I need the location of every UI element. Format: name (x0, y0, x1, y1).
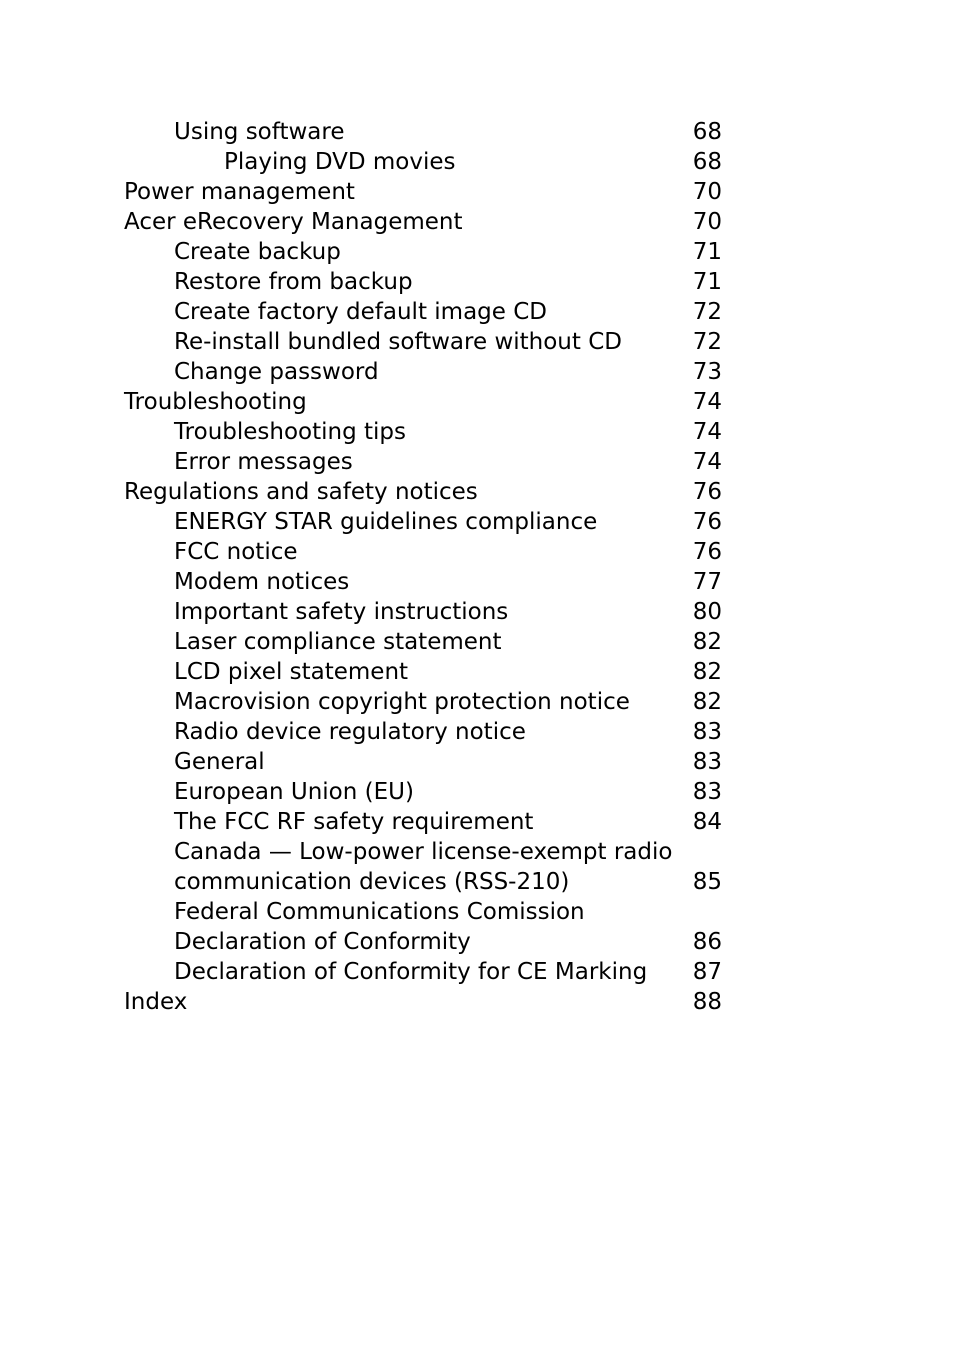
toc-entry-page-number[interactable]: 72 (693, 327, 722, 357)
toc-entry-title[interactable]: Canada — Low-power license-exempt radio (174, 837, 672, 867)
toc-entry-page-number[interactable]: 86 (693, 927, 722, 957)
toc-entry-title[interactable]: FCC notice (174, 537, 298, 567)
toc-entry-page-number[interactable]: 77 (693, 567, 722, 597)
toc-entry[interactable]: Important safety instructions 80 (124, 597, 722, 627)
toc-entry[interactable]: Macrovision copyright protection notice 8… (124, 687, 722, 717)
table-of-contents: Using software 68 Playing DVD movies 68 Powe… (124, 117, 722, 1017)
toc-entry[interactable]: Radio device regulatory notice 83 (124, 717, 722, 747)
toc-entry-title[interactable]: Index (124, 987, 187, 1017)
toc-entry-title[interactable]: communication devices (RSS-210) (174, 867, 569, 897)
toc-entry-page-number[interactable]: 73 (693, 357, 722, 387)
toc-entry[interactable]: communication devices (RSS-210) 85 (124, 867, 722, 897)
toc-entry-title[interactable]: Modem notices (174, 567, 349, 597)
toc-entry[interactable]: Canada — Low-power license-exempt radio (124, 837, 722, 867)
toc-entry[interactable]: Change password 73 (124, 357, 722, 387)
toc-entry-title[interactable]: Playing DVD movies (224, 147, 456, 177)
toc-entry-page-number[interactable]: 82 (693, 657, 722, 687)
toc-entry-page-number[interactable]: 84 (693, 807, 722, 837)
toc-entry-page-number[interactable]: 76 (693, 537, 722, 567)
toc-entry-title[interactable]: General (174, 747, 265, 777)
toc-entry-page-number[interactable]: 70 (693, 177, 722, 207)
toc-entry-page-number[interactable]: 70 (693, 207, 722, 237)
toc-entry[interactable]: Regulations and safety notices 76 (124, 477, 722, 507)
toc-entry[interactable]: Using software 68 (124, 117, 722, 147)
toc-entry[interactable]: Index 88 (124, 987, 722, 1017)
toc-entry-title[interactable]: Macrovision copyright protection notice (174, 687, 630, 717)
toc-entry-page-number[interactable]: 83 (693, 747, 722, 777)
toc-entry[interactable]: Power management 70 (124, 177, 722, 207)
toc-entry[interactable]: Acer eRecovery Management 70 (124, 207, 722, 237)
toc-entry[interactable]: Playing DVD movies 68 (124, 147, 722, 177)
toc-entry-title[interactable]: Error messages (174, 447, 353, 477)
toc-entry-title[interactable]: Laser compliance statement (174, 627, 502, 657)
toc-entry[interactable]: Troubleshooting tips 74 (124, 417, 722, 447)
toc-entry-title[interactable]: Radio device regulatory notice (174, 717, 526, 747)
toc-entry-page-number[interactable]: 88 (693, 987, 722, 1017)
toc-entry[interactable]: Troubleshooting 74 (124, 387, 722, 417)
toc-entry-page-number[interactable]: 80 (693, 597, 722, 627)
toc-entry[interactable]: Modem notices 77 (124, 567, 722, 597)
toc-entry-page-number[interactable]: 83 (693, 777, 722, 807)
toc-entry[interactable]: Federal Communications Comission (124, 897, 722, 927)
toc-entry-title[interactable]: Troubleshooting tips (174, 417, 406, 447)
toc-entry[interactable]: Declaration of Conformity for CE Marking… (124, 957, 722, 987)
toc-entry-title[interactable]: Restore from backup (174, 267, 413, 297)
toc-entry-page-number[interactable]: 72 (693, 297, 722, 327)
toc-entry-title[interactable]: Create backup (174, 237, 341, 267)
toc-entry-title[interactable]: European Union (EU) (174, 777, 414, 807)
toc-entry-page-number[interactable]: 71 (693, 237, 722, 267)
toc-entry-page-number[interactable]: 85 (693, 867, 722, 897)
toc-entry[interactable]: Declaration of Conformity 86 (124, 927, 722, 957)
toc-entry-page-number[interactable]: 87 (693, 957, 722, 987)
toc-entry-page-number[interactable]: 82 (693, 627, 722, 657)
toc-entry-title[interactable]: Using software (174, 117, 344, 147)
toc-entry[interactable]: The FCC RF safety requirement 84 (124, 807, 722, 837)
toc-entry-page-number[interactable]: 74 (693, 387, 722, 417)
toc-entry[interactable]: Laser compliance statement 82 (124, 627, 722, 657)
toc-entry[interactable]: Re-install bundled software without CD 72 (124, 327, 722, 357)
toc-entry-page-number[interactable]: 82 (693, 687, 722, 717)
toc-entry-page-number[interactable]: 74 (693, 417, 722, 447)
toc-entry[interactable]: ENERGY STAR guidelines compliance 76 (124, 507, 722, 537)
toc-entry-title[interactable]: Declaration of Conformity for CE Marking (174, 957, 647, 987)
toc-entry[interactable]: Error messages 74 (124, 447, 722, 477)
toc-entry-title[interactable]: Troubleshooting (124, 387, 307, 417)
toc-entry-title[interactable]: Federal Communications Comission (174, 897, 585, 927)
toc-entry-page-number[interactable]: 76 (693, 507, 722, 537)
toc-entry-page-number[interactable]: 68 (693, 117, 722, 147)
toc-entry-page-number[interactable]: 83 (693, 717, 722, 747)
toc-entry-title[interactable]: Re-install bundled software without CD (174, 327, 622, 357)
toc-entry-title[interactable]: ENERGY STAR guidelines compliance (174, 507, 597, 537)
toc-entry-title[interactable]: Change password (174, 357, 379, 387)
toc-entry-title[interactable]: The FCC RF safety requirement (174, 807, 533, 837)
toc-entry[interactable]: LCD pixel statement 82 (124, 657, 722, 687)
toc-entry-title[interactable]: LCD pixel statement (174, 657, 408, 687)
toc-entry[interactable]: European Union (EU) 83 (124, 777, 722, 807)
toc-entry-title[interactable]: Power management (124, 177, 355, 207)
toc-entry-page-number[interactable]: 71 (693, 267, 722, 297)
toc-entry-title[interactable]: Create factory default image CD (174, 297, 547, 327)
toc-entry[interactable]: Restore from backup 71 (124, 267, 722, 297)
toc-entry-title[interactable]: Regulations and safety notices (124, 477, 478, 507)
toc-entry-title[interactable]: Important safety instructions (174, 597, 508, 627)
toc-entry[interactable]: General 83 (124, 747, 722, 777)
toc-entry[interactable]: Create backup 71 (124, 237, 722, 267)
toc-entry-page-number[interactable]: 76 (693, 477, 722, 507)
toc-entry-page-number[interactable]: 68 (693, 147, 722, 177)
toc-entry-title[interactable]: Declaration of Conformity (174, 927, 471, 957)
toc-entry[interactable]: FCC notice 76 (124, 537, 722, 567)
toc-entry-title[interactable]: Acer eRecovery Management (124, 207, 463, 237)
toc-entry-page-number[interactable]: 74 (693, 447, 722, 477)
toc-entry[interactable]: Create factory default image CD 72 (124, 297, 722, 327)
